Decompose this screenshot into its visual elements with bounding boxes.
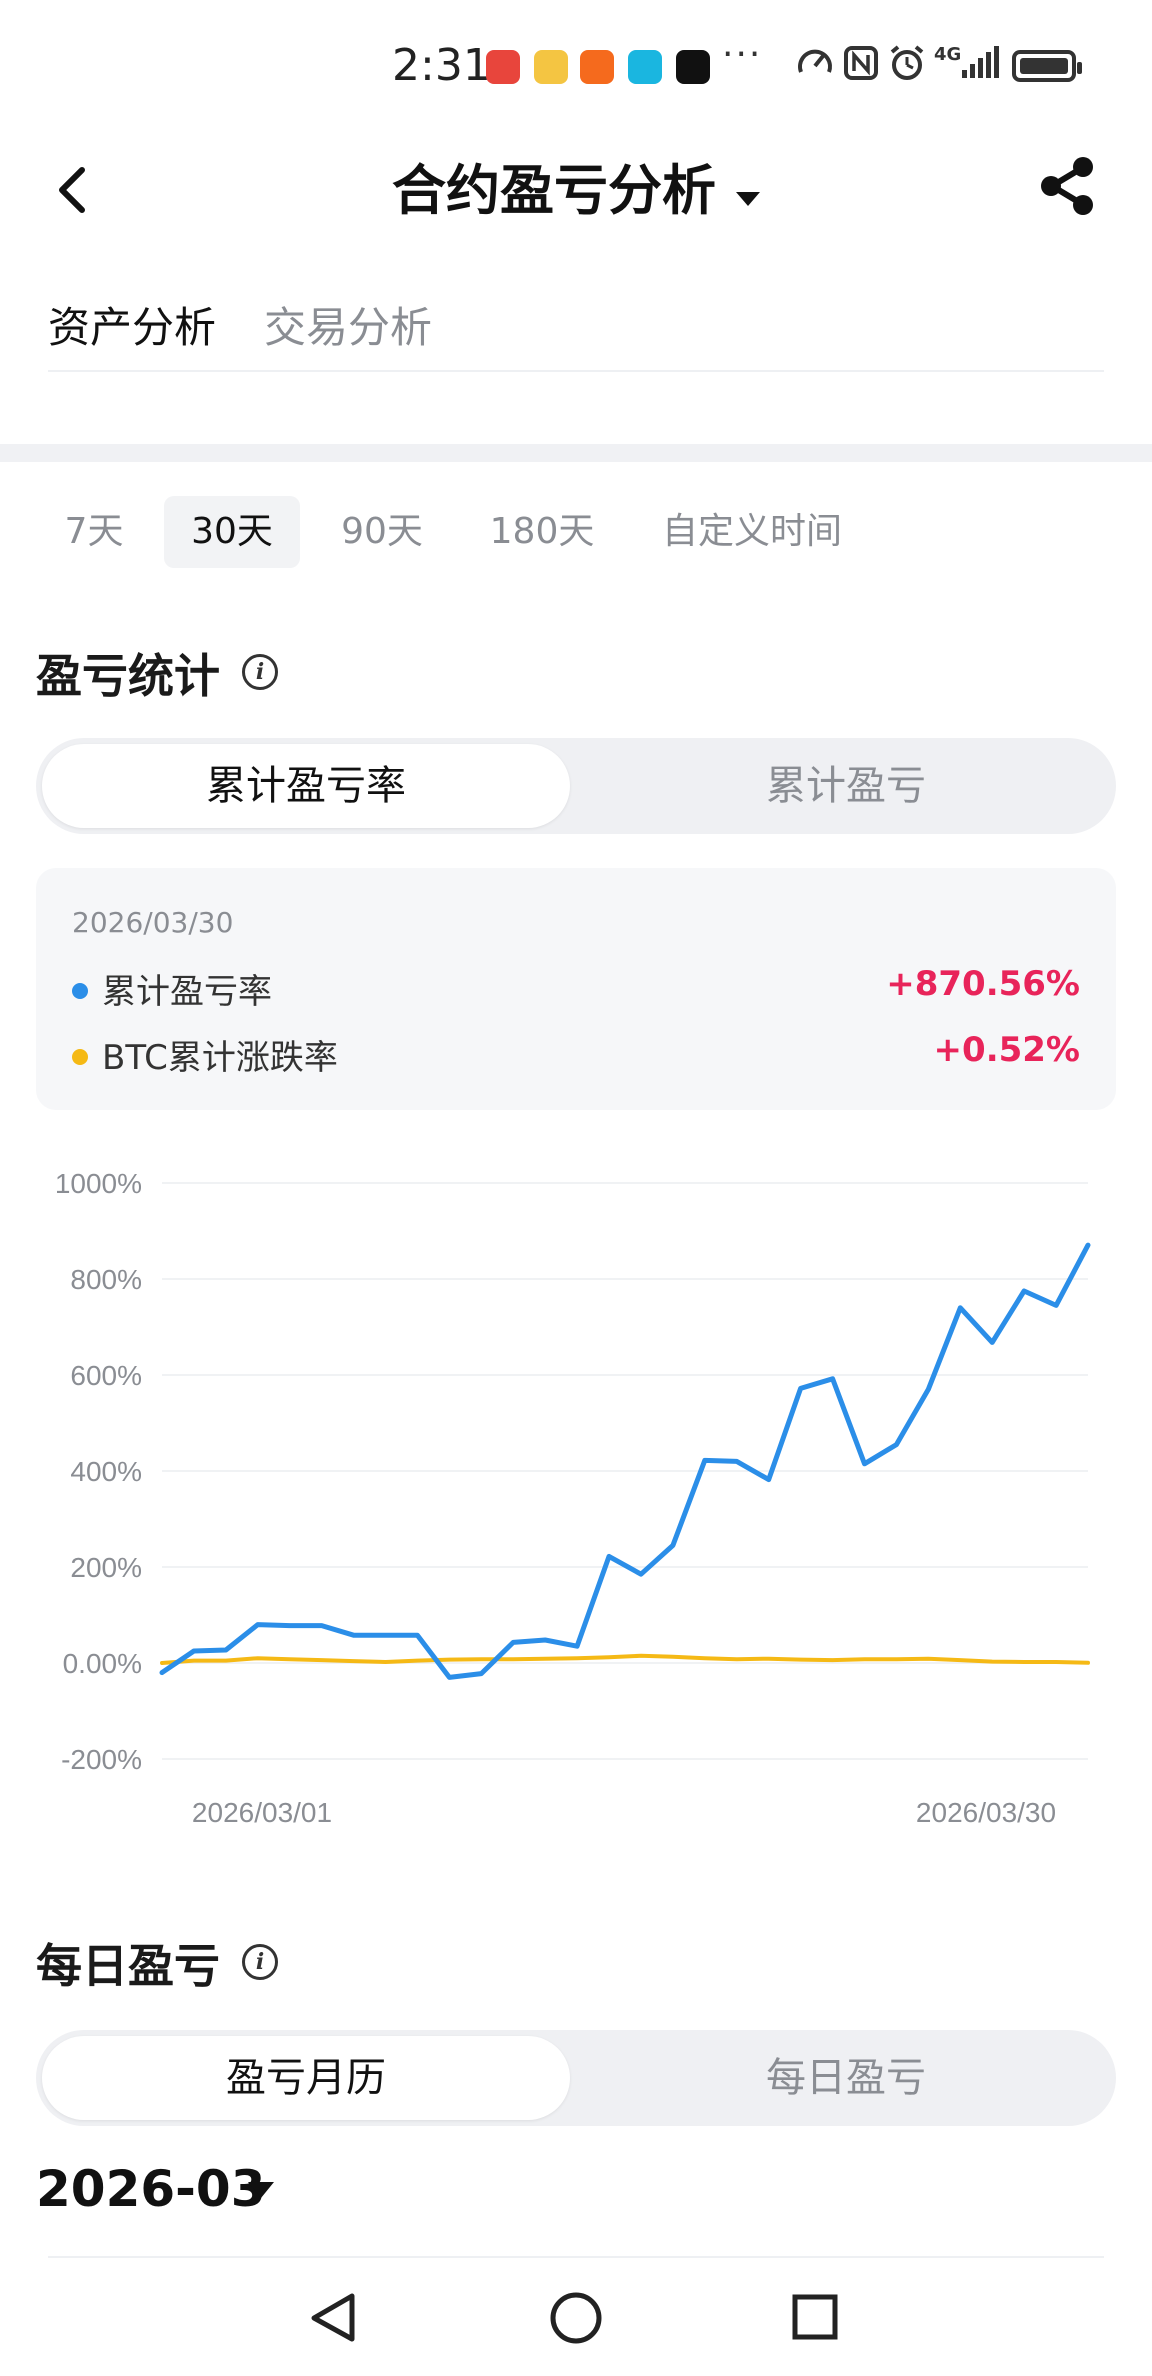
- series-line-cumulative-rate: [159, 1242, 1091, 1680]
- app-icon-red: [486, 50, 520, 84]
- y-tick-label: 800%: [70, 1264, 142, 1295]
- y-tick-label: 0.00%: [63, 1648, 142, 1679]
- tooltip-value-btc: +0.52%: [933, 1030, 1080, 1070]
- y-tick-label: 1000%: [55, 1168, 142, 1199]
- legend-dot: [72, 982, 88, 999]
- alarm-icon: [890, 45, 924, 80]
- pnl-stats-segment: 累计盈亏率 累计盈亏: [36, 738, 1116, 834]
- nfc-icon: [844, 46, 878, 80]
- info-icon[interactable]: i: [242, 1944, 278, 1980]
- tab-trade-analysis[interactable]: 交易分析: [264, 294, 432, 355]
- page-title-row[interactable]: 合约盈亏分析: [0, 146, 1152, 225]
- y-tick-label: 600%: [70, 1360, 142, 1391]
- taobao-icon: [580, 50, 614, 84]
- battery-icon: [1012, 50, 1082, 82]
- period-tab-7d[interactable]: 7天: [44, 496, 144, 568]
- caret-down-icon[interactable]: [736, 191, 760, 206]
- home-circle-icon[interactable]: [550, 2292, 602, 2344]
- segment-pnl-calendar[interactable]: 盈亏月历: [42, 2036, 570, 2120]
- status-bar: 2:31 ··· 4G: [0, 0, 1152, 130]
- period-tab-180d[interactable]: 180天: [474, 496, 610, 568]
- period-tab-30d[interactable]: 30天: [164, 496, 300, 568]
- period-tab-90d[interactable]: 90天: [324, 496, 440, 568]
- daily-pnl-title: 每日盈亏: [36, 1939, 220, 1993]
- divider: [48, 2256, 1104, 2258]
- tooltip-row-rate: 累计盈亏率: [72, 964, 272, 1013]
- speed-icon: [798, 49, 832, 73]
- app-icon-cyan: [628, 50, 662, 84]
- divider: [48, 370, 1104, 372]
- y-tick-label: 400%: [70, 1456, 142, 1487]
- segment-cumulative-pnl[interactable]: 累计盈亏: [582, 744, 1110, 828]
- series-line-btc: [160, 1653, 1090, 1665]
- back-triangle-icon[interactable]: [311, 2293, 355, 2342]
- y-tick-label: -200%: [61, 1744, 142, 1775]
- pnl-stats-title: 盈亏统计: [36, 649, 220, 703]
- tooltip-label: BTC累计涨跌率: [102, 1038, 338, 1078]
- segment-daily-pnl[interactable]: 每日盈亏: [582, 2036, 1110, 2120]
- segment-cumulative-rate[interactable]: 累计盈亏率: [42, 744, 570, 828]
- period-tab-custom[interactable]: 自定义时间: [646, 496, 858, 568]
- signal-icon: [962, 46, 999, 78]
- info-icon[interactable]: i: [242, 654, 278, 690]
- tooltip-date: 2026/03/30: [72, 906, 234, 939]
- daily-pnl-segment: 盈亏月历 每日盈亏: [36, 2030, 1116, 2126]
- tooltip-value-rate: +870.56%: [886, 964, 1080, 1004]
- page-title[interactable]: 合约盈亏分析: [392, 159, 716, 222]
- month-selector[interactable]: 2026-03: [36, 2160, 266, 2218]
- app-icon-black: [676, 50, 710, 84]
- x-tick-label: 2026/03/30: [916, 1797, 1056, 1828]
- y-tick-label: 200%: [70, 1552, 142, 1583]
- status-time: 2:31: [392, 40, 491, 91]
- tooltip-row-btc: BTC累计涨跌率: [72, 1030, 338, 1079]
- weibo-icon: [534, 50, 568, 84]
- more-dots-icon: ···: [722, 34, 763, 75]
- chart-tooltip: 2026/03/30 累计盈亏率 +870.56% BTC累计涨跌率 +0.52…: [36, 868, 1116, 1110]
- x-tick-label: 2026/03/01: [192, 1797, 332, 1828]
- network-label: 4G: [934, 44, 962, 65]
- tab-asset-analysis[interactable]: 资产分析: [48, 294, 216, 355]
- section-separator: [0, 444, 1152, 462]
- caret-down-icon[interactable]: [248, 2182, 274, 2198]
- legend-dot: [72, 1048, 88, 1065]
- tooltip-label: 累计盈亏率: [102, 972, 272, 1012]
- share-icon[interactable]: [1036, 154, 1100, 218]
- system-nav-bar: [311, 2292, 838, 2344]
- pnl-line-chart[interactable]: 1000% 800% 600% 400% 200% 0.00% -200% 2026/03/0…: [0, 1140, 1152, 1840]
- recent-square-icon[interactable]: [792, 2294, 838, 2340]
